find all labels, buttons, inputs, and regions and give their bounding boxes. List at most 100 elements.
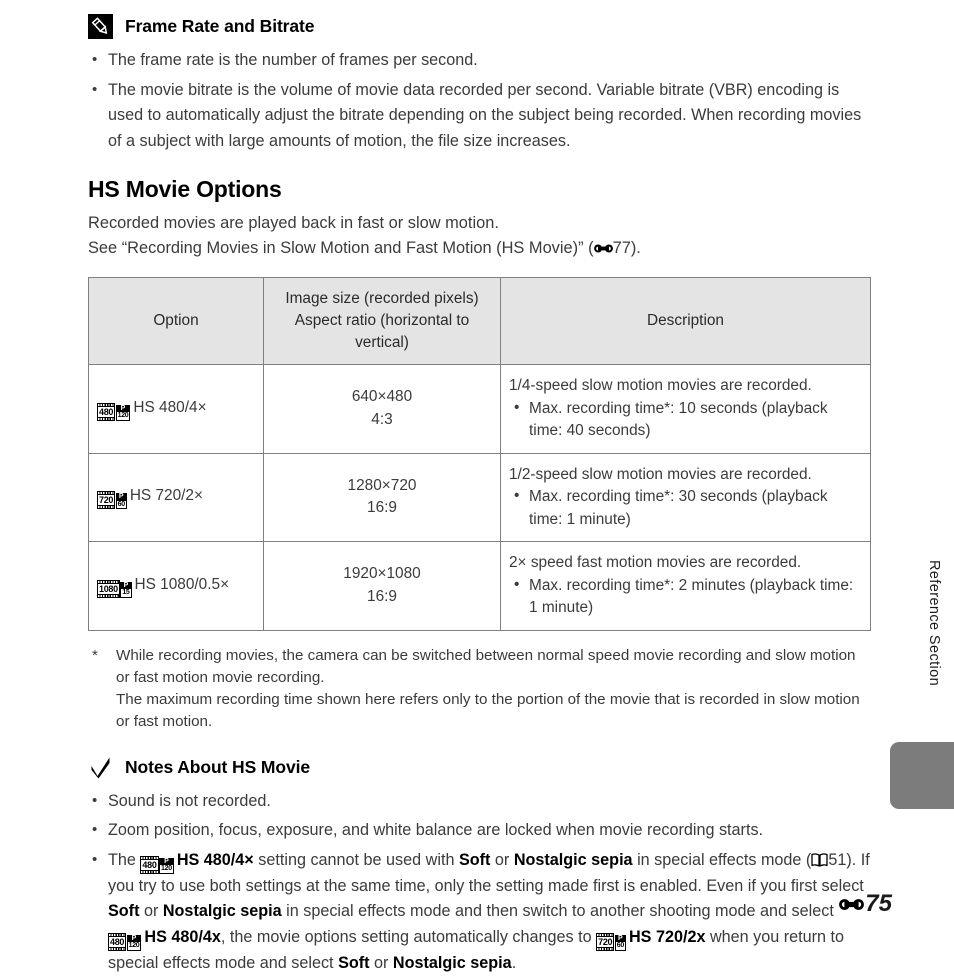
note-page-ref: 51	[828, 850, 847, 869]
table-row: 720 P 60 HS 720/2× 1280×720 16:9 1/2-spe…	[88, 452, 871, 542]
description-lead: 1/4-speed slow motion movies are recorde…	[509, 377, 812, 394]
note-text-p6: or	[139, 902, 163, 920]
column-header-option: Option	[88, 277, 264, 365]
side-section-tab	[890, 742, 954, 809]
frame-rate-badge: P 60	[115, 493, 127, 510]
note-bold-soft-2: Soft	[108, 902, 140, 920]
list-item: The frame rate is the number of frames p…	[88, 47, 870, 74]
film-resolution-label: 480	[98, 406, 115, 417]
aspect-ratio-value: 16:9	[367, 499, 397, 517]
column-header-image-size-line1: Image size (recorded pixels)	[285, 290, 479, 307]
fps-label: 60	[116, 500, 126, 509]
footnote-line-2: The maximum recording time shown here re…	[116, 690, 860, 730]
frame-rate-badge: P 60	[614, 934, 626, 951]
cell-image-size: 1920×1080 16:9	[263, 541, 501, 631]
aspect-ratio-value: 4:3	[371, 410, 393, 428]
column-header-image-size-line2: Aspect ratio (horizontal to vertical)	[294, 312, 470, 351]
list-item: Max. recording time*: 30 seconds (playba…	[509, 485, 862, 531]
note-heading-hs-movie: Notes About HS Movie	[88, 754, 870, 780]
movie-option-icon-720: 720 P 60	[97, 490, 127, 510]
film-resolution-label: 720	[597, 936, 614, 947]
note-bold-option-2: HS 480/4x	[144, 927, 221, 946]
table-footnote: * While recording movies, the camera can…	[88, 645, 870, 733]
aspect-ratio-value: 16:9	[367, 587, 397, 605]
film-strip-icon: 1080	[97, 579, 120, 598]
frame-rate-badge: P 15	[120, 581, 132, 598]
progressive-label: P	[118, 493, 124, 501]
note-text-p8: , the movie options setting automaticall…	[220, 927, 597, 946]
film-strip-icon: 480	[140, 855, 159, 874]
note-bold-nostalgic-3: Nostalgic sepia	[392, 953, 512, 972]
description-lead: 2× speed fast motion movies are recorded…	[509, 554, 802, 571]
film-resolution-label: 480	[109, 936, 126, 947]
cell-option: 720 P 60 HS 720/2×	[88, 452, 264, 542]
footnote-line-1: While recording movies, the camera can b…	[116, 646, 856, 686]
list-item: Max. recording time*: 2 minutes (playbac…	[509, 574, 862, 620]
reference-section-icon	[839, 897, 865, 912]
section-line-2-prefix: See “Recording Movies in Slow Motion and…	[88, 239, 594, 257]
side-section-label: Reference Section	[926, 560, 942, 687]
book-icon	[811, 852, 828, 867]
movie-option-icon-720: 720 P 60	[596, 932, 626, 951]
cell-description: 1/4-speed slow motion movies are recorde…	[500, 364, 871, 454]
cell-image-size: 1280×720 16:9	[263, 452, 501, 542]
footnote-marker: *	[92, 646, 98, 664]
film-resolution-label: 720	[98, 495, 115, 506]
fps-label: 60	[615, 942, 625, 950]
frame-rate-badge: P 120	[115, 404, 131, 421]
page-content: Frame Rate and Bitrate The frame rate is…	[88, 14, 871, 980]
description-bullet-list: Max. recording time*: 2 minutes (playbac…	[509, 574, 862, 620]
fps-label: 15	[121, 589, 131, 597]
cell-description: 1/2-speed slow motion movies are recorde…	[500, 452, 871, 542]
note-text-p7: in special effects mode and then switch …	[281, 902, 834, 920]
reference-section-icon	[593, 243, 613, 254]
table-row: 1080 P 15 HS 1080/0.5× 1920×1080 16:9 2×…	[88, 541, 871, 631]
page-title: HS Movie Options	[88, 176, 282, 202]
note-bold-option-3: HS 720/2x	[628, 927, 706, 946]
note-text-p11: .	[511, 953, 517, 972]
progressive-label: P	[120, 404, 126, 412]
frame-rate-bullet-list: The frame rate is the number of frames p…	[88, 47, 870, 154]
fps-label: 120	[116, 412, 130, 420]
list-item: Zoom position, focus, exposure, and whit…	[88, 817, 870, 844]
list-item: The 480P120HS 480/4× setting cannot be u…	[88, 847, 870, 977]
image-size-value: 1280×720	[347, 476, 417, 494]
note-text-p10: or	[369, 953, 393, 972]
description-lead: 1/2-speed slow motion movies are recorde…	[509, 465, 812, 483]
film-strip-icon: 480	[97, 402, 116, 421]
cell-option: 1080 P 15 HS 1080/0.5×	[88, 541, 264, 631]
document-page: Frame Rate and Bitrate The frame rate is…	[0, 0, 954, 972]
check-icon	[88, 754, 113, 780]
progressive-label: P	[164, 857, 169, 865]
section-line-2: See “Recording Movies in Slow Motion and…	[88, 236, 870, 261]
note-heading-label: Notes About HS Movie	[125, 756, 310, 777]
hs-movie-notes-list: Sound is not recorded. Zoom position, fo…	[88, 788, 870, 977]
note-heading-frame-rate: Frame Rate and Bitrate	[88, 14, 870, 39]
column-header-description: Description	[500, 277, 871, 365]
page-number: 75	[839, 890, 892, 918]
film-strip-icon: 720	[596, 932, 615, 951]
note-bold-nostalgic-2: Nostalgic sepia	[162, 902, 282, 920]
frame-rate-badge: P 120	[159, 857, 174, 874]
note-bold-nostalgic-1: Nostalgic sepia	[513, 850, 633, 869]
section-line-2-suffix: ).	[630, 239, 641, 257]
page-number-value: 75	[865, 890, 892, 917]
progressive-label: P	[131, 934, 137, 942]
option-label: HS 480/4×	[133, 398, 207, 416]
section-line-1: Recorded movies are played back in fast …	[88, 214, 499, 232]
movie-option-icon-480: 480 P 120	[140, 855, 174, 874]
note-text-p3: or	[490, 850, 514, 869]
film-strip-icon: 720	[97, 491, 116, 510]
image-size-value: 1920×1080	[343, 565, 421, 583]
fps-label: 120	[160, 865, 173, 873]
fps-label: 120	[127, 942, 141, 950]
option-label: HS 720/2×	[129, 487, 203, 505]
progressive-label: P	[618, 934, 623, 942]
list-item: Max. recording time*: 10 seconds (playba…	[509, 397, 862, 443]
cell-option: 480 P 120 HS 480/4×	[88, 364, 264, 454]
note-text-p1: The	[108, 850, 141, 869]
column-header-image-size: Image size (recorded pixels) Aspect rati…	[263, 277, 501, 365]
film-resolution-label: 480	[141, 859, 158, 870]
note-text-p4: in special effects mode (	[632, 850, 812, 869]
description-bullet-list: Max. recording time*: 30 seconds (playba…	[509, 485, 862, 531]
